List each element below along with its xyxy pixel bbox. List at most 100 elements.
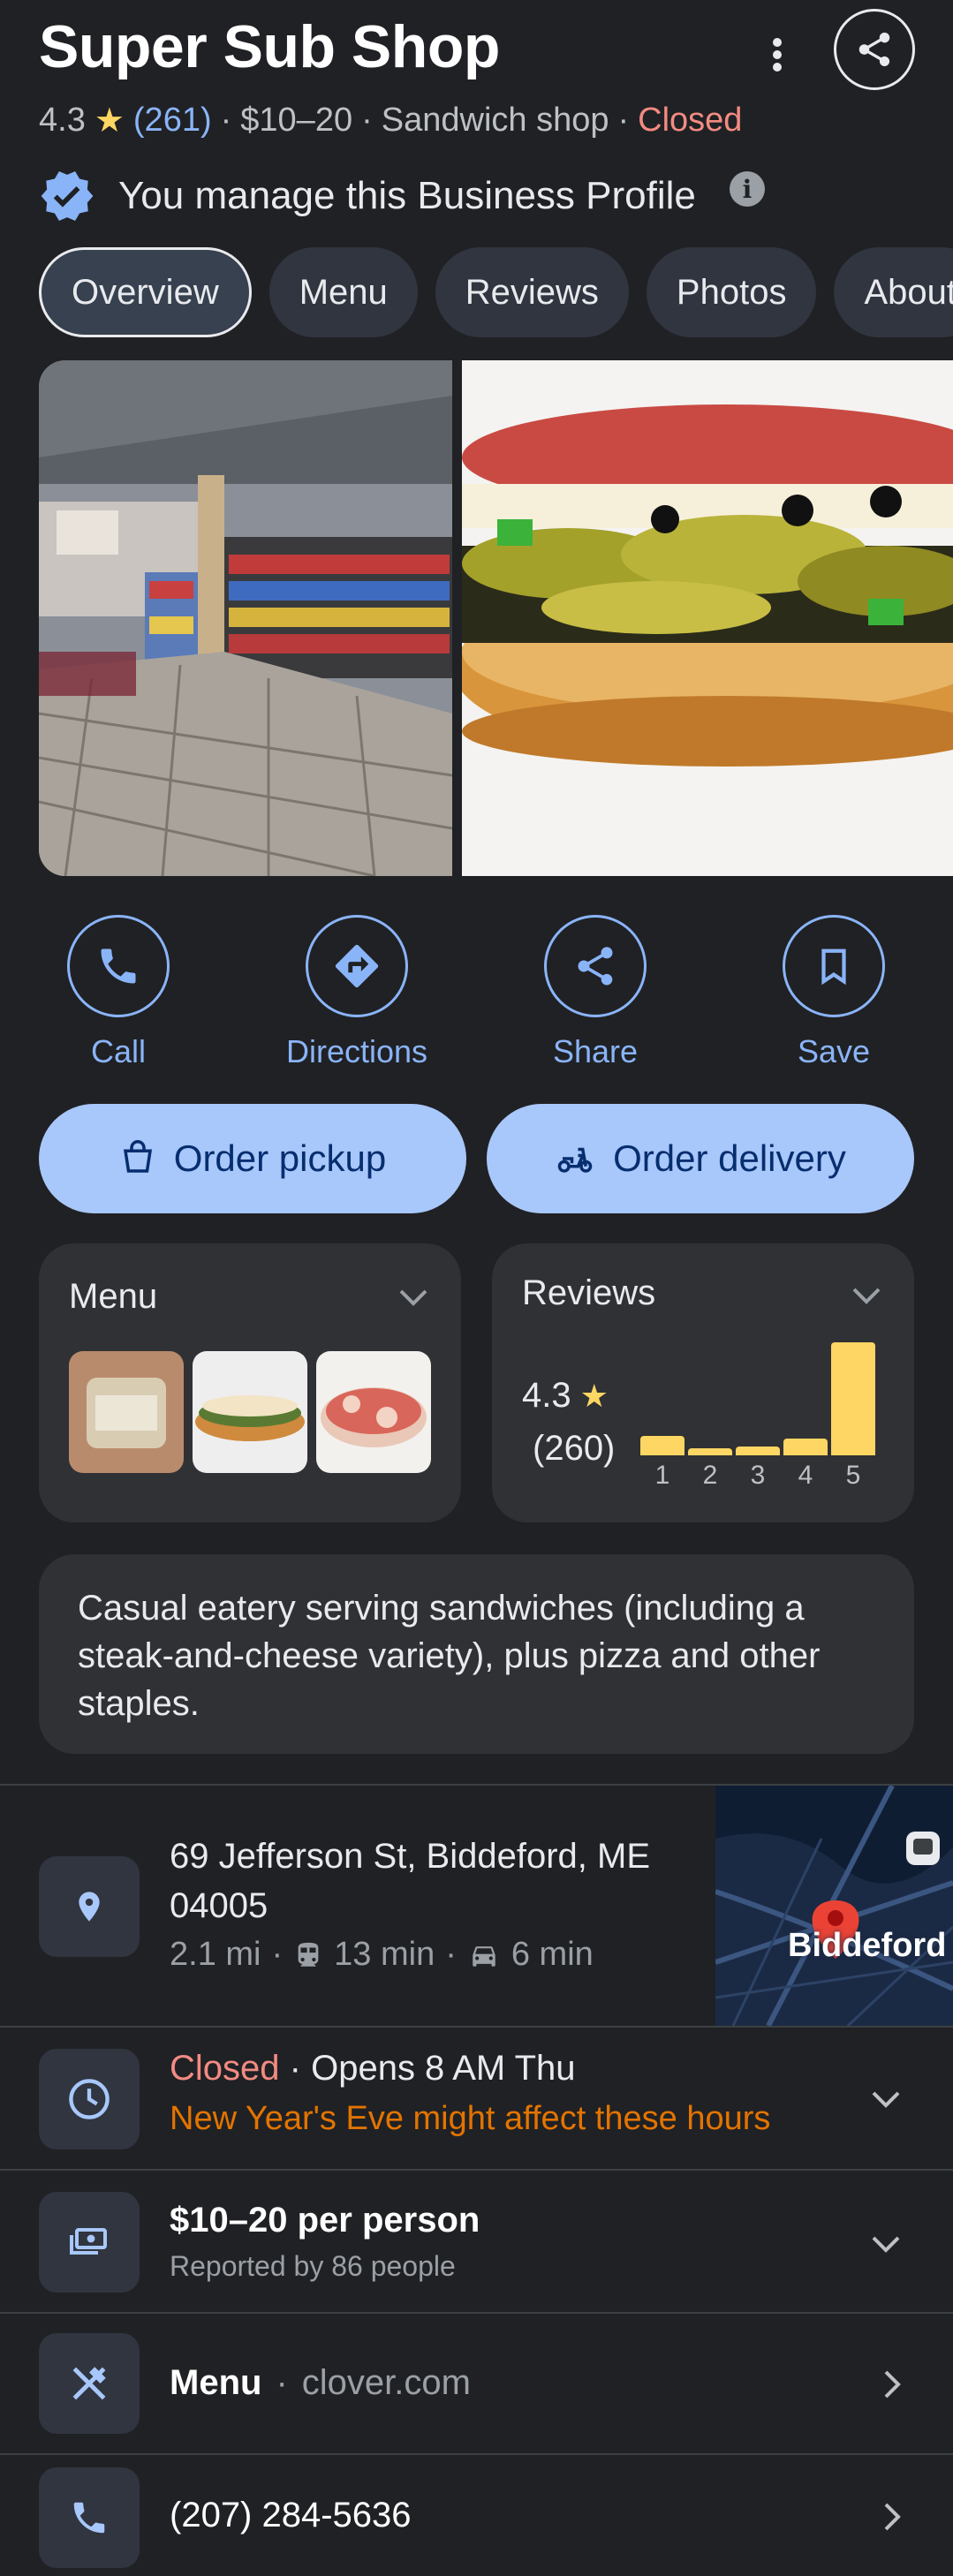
share-icon: [578, 947, 613, 986]
separator: ·: [276, 2363, 288, 2402]
review-count-link[interactable]: (261): [133, 102, 212, 140]
map-city-label: Biddeford: [788, 1927, 947, 1964]
chevron-down-icon[interactable]: [868, 2231, 904, 2255]
menu-link-row[interactable]: Menu · clover.com: [170, 2363, 471, 2403]
map-illustration: [715, 1786, 953, 2026]
menu-thumbnail[interactable]: [69, 1351, 184, 1473]
order-delivery-label: Order delivery: [613, 1137, 846, 1179]
price-range: $10–20: [240, 102, 353, 139]
save-circle: [783, 915, 885, 1017]
chevron-down-icon: [852, 1288, 881, 1304]
order-pickup-button[interactable]: Order pickup: [39, 1104, 466, 1213]
separator: ·: [289, 2049, 301, 2088]
directions-circle: [306, 915, 408, 1017]
rating-bar-label: 1: [654, 1461, 670, 1490]
category: Sandwich shop: [381, 102, 609, 139]
menu-photo-lobster: [316, 1351, 431, 1473]
car-icon: [473, 1945, 495, 1967]
phone-icon: [73, 2502, 105, 2534]
hours-opens: Opens 8 AM Thu: [311, 2049, 576, 2088]
save-label: Save: [797, 1033, 871, 1069]
directions-button[interactable]: Directions: [277, 915, 436, 1070]
share-label: Share: [552, 1033, 639, 1069]
place-title: Super Sub Shop: [39, 13, 500, 80]
menu-thumbnail[interactable]: [193, 1351, 307, 1473]
chevron-right-icon[interactable]: [879, 2367, 904, 2402]
share-icon: [858, 32, 890, 67]
menu-link-label: Menu: [170, 2363, 262, 2402]
more-options-button[interactable]: [758, 35, 797, 74]
chevron-right-icon[interactable]: [879, 2499, 904, 2534]
save-button[interactable]: Save: [754, 915, 913, 1070]
phone-number[interactable]: (207) 284-5636: [170, 2496, 412, 2535]
order-delivery-button[interactable]: Order delivery: [487, 1104, 914, 1213]
separator: ·: [220, 102, 232, 139]
chevron-down-icon[interactable]: [868, 2086, 904, 2111]
menu-card-title: Menu: [69, 1277, 158, 1316]
directions-icon: [335, 944, 379, 988]
tab-photos[interactable]: Photos: [646, 247, 817, 337]
map-thumbnail[interactable]: Biddeford: [715, 1786, 953, 2026]
rating-bar-label: 4: [798, 1461, 813, 1490]
travel-info: 2.1 mi · 13 min · 6 min: [170, 1936, 594, 1974]
directions-label: Directions: [285, 1033, 428, 1069]
rating-bar-1: [640, 1436, 684, 1455]
tab-reviews[interactable]: Reviews: [435, 247, 629, 337]
payments-icon: [70, 2228, 107, 2255]
store-interior-photo[interactable]: [39, 360, 452, 876]
more-vert-icon: [773, 38, 782, 72]
reviews-card[interactable]: Reviews 4.3 ★ (260) 1 2 3 4 5: [492, 1243, 914, 1522]
tab-about[interactable]: About: [834, 247, 953, 337]
share-header-button[interactable]: [834, 9, 915, 90]
price-per-person[interactable]: $10–20 per person: [170, 2201, 480, 2240]
separator: ·: [271, 1936, 284, 1973]
chevron-down-icon: [399, 1289, 427, 1306]
rating-bar-label: 3: [750, 1461, 766, 1490]
menu-icon-box: [39, 2333, 140, 2434]
order-pickup-label: Order pickup: [173, 1137, 387, 1179]
scooter-icon: [557, 1147, 593, 1173]
managed-profile-row[interactable]: You manage this Business Profile: [39, 168, 696, 224]
divider: [0, 2453, 953, 2455]
interior-illustration: [39, 360, 452, 876]
separator: ·: [361, 102, 373, 139]
price-reported-by: Reported by 86 people: [170, 2250, 456, 2282]
rating-bar-5: [831, 1342, 875, 1455]
managed-text: You manage this Business Profile: [118, 174, 696, 217]
clock-icon: [69, 2079, 110, 2119]
separator: ·: [445, 1936, 457, 1973]
distance: 2.1 mi: [170, 1936, 261, 1973]
call-label: Call: [90, 1033, 146, 1069]
rating-bar-3: [736, 1447, 780, 1455]
address-line2: 04005: [170, 1886, 269, 1925]
address-text[interactable]: 69 Jefferson St, Biddeford, ME 04005: [170, 1832, 650, 1930]
tab-menu[interactable]: Menu: [269, 247, 418, 337]
sandwich-photo[interactable]: [462, 360, 953, 876]
tab-overview[interactable]: Overview: [39, 247, 252, 337]
rating-bar-4: [783, 1439, 828, 1455]
menu-photo-bread: [69, 1351, 184, 1473]
share-button[interactable]: Share: [516, 915, 675, 1070]
divider: [0, 2312, 953, 2314]
price-icon-box: [39, 2192, 140, 2293]
star-icon: ★: [94, 102, 125, 140]
phone-icon-box: [39, 2467, 140, 2568]
place-description: Casual eatery serving sandwiches (includ…: [39, 1554, 914, 1754]
drive-time: 6 min: [511, 1936, 594, 1973]
menu-card[interactable]: Menu: [39, 1243, 461, 1522]
reviews-card-title: Reviews: [522, 1273, 656, 1312]
shopping-bag-icon: [123, 1140, 152, 1173]
rating-bar-label: 5: [845, 1461, 861, 1490]
verified-badge-icon: [41, 171, 94, 221]
menu-thumbnail[interactable]: [316, 1351, 431, 1473]
tab-bar: Overview Menu Reviews Photos About: [39, 247, 953, 337]
info-icon[interactable]: i: [730, 171, 765, 207]
menu-photo-sub: [193, 1351, 307, 1473]
address-icon-box: [39, 1856, 140, 1957]
divider: [0, 2169, 953, 2171]
place-meta: 4.3 ★ (261) · $10–20 · Sandwich shop · C…: [39, 101, 742, 140]
hours-status[interactable]: Closed · Opens 8 AM Thu: [170, 2049, 576, 2089]
rating-bar-label: 2: [702, 1461, 718, 1490]
call-button[interactable]: Call: [39, 915, 198, 1070]
separator: ·: [617, 102, 630, 139]
